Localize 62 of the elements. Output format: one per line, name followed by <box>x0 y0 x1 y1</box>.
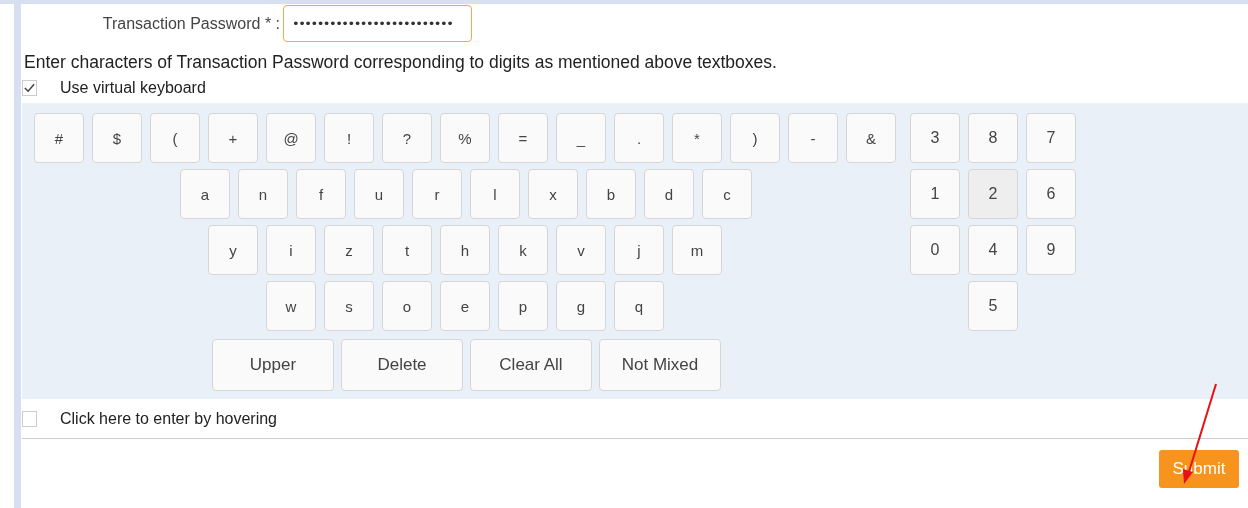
keyboard-key[interactable]: l <box>470 169 520 219</box>
keyboard-action-button[interactable]: Delete <box>341 339 463 391</box>
keyboard-key[interactable]: g <box>556 281 606 331</box>
keyboard-key[interactable]: m <box>672 225 722 275</box>
keyboard-key[interactable]: # <box>34 113 84 163</box>
keyboard-key[interactable]: h <box>440 225 490 275</box>
keyboard-action-button[interactable]: Clear All <box>470 339 592 391</box>
keyboard-key[interactable]: ( <box>150 113 200 163</box>
checkbox-label: Use virtual keyboard <box>60 79 206 97</box>
keyboard-key[interactable]: q <box>614 281 664 331</box>
keyboard-key[interactable]: ! <box>324 113 374 163</box>
keyboard-key[interactable]: v <box>556 225 606 275</box>
keyboard-key[interactable]: t <box>382 225 432 275</box>
digit-key[interactable]: 4 <box>968 225 1018 275</box>
keyboard-key[interactable]: s <box>324 281 374 331</box>
keyboard-key[interactable]: p <box>498 281 548 331</box>
keyboard-key[interactable]: i <box>266 225 316 275</box>
digit-key[interactable]: 0 <box>910 225 960 275</box>
keyboard-action-button[interactable]: Upper <box>212 339 334 391</box>
digit-key[interactable]: 5 <box>968 281 1018 331</box>
keyboard-key[interactable]: e <box>440 281 490 331</box>
digit-key[interactable]: 9 <box>1026 225 1076 275</box>
keyboard-key[interactable]: a <box>180 169 230 219</box>
instruction-text: Enter characters of Transaction Password corresponding to digits as mentioned above textboxes. <box>23 52 778 73</box>
keyboard-key[interactable]: n <box>238 169 288 219</box>
keyboard-key[interactable]: ) <box>730 113 780 163</box>
keyboard-key[interactable]: & <box>846 113 896 163</box>
keyboard-key[interactable]: * <box>672 113 722 163</box>
keyboard-key[interactable]: r <box>412 169 462 219</box>
keyboard-key[interactable]: f <box>296 169 346 219</box>
digit-key[interactable]: 6 <box>1026 169 1076 219</box>
keyboard-key[interactable]: x <box>528 169 578 219</box>
keyboard-key[interactable]: _ <box>556 113 606 163</box>
keyboard-key[interactable]: u <box>354 169 404 219</box>
keyboard-key[interactable]: d <box>644 169 694 219</box>
digit-key[interactable]: 8 <box>968 113 1018 163</box>
keyboard-key[interactable]: o <box>382 281 432 331</box>
keyboard-key[interactable]: k <box>498 225 548 275</box>
keyboard-key[interactable]: c <box>702 169 752 219</box>
keyboard-key[interactable]: . <box>614 113 664 163</box>
keyboard-key[interactable]: = <box>498 113 548 163</box>
checkbox[interactable] <box>22 410 37 427</box>
password-field[interactable]: •••••••••••••••••••••••••• <box>283 5 472 42</box>
digit-key[interactable]: 1 <box>910 169 960 219</box>
digit-key[interactable]: 7 <box>1026 113 1076 163</box>
keyboard-key[interactable]: ? <box>382 113 432 163</box>
digit-key[interactable]: 2 <box>968 169 1018 219</box>
keyboard-key[interactable]: % <box>440 113 490 163</box>
checkbox-label: Click here to enter by hovering <box>60 409 277 428</box>
digit-key[interactable]: 3 <box>910 113 960 163</box>
keyboard-action-button[interactable]: Not Mixed <box>599 339 721 391</box>
field-label: Transaction Password * : <box>101 14 281 33</box>
keyboard-key[interactable]: @ <box>266 113 316 163</box>
keyboard-key[interactable]: - <box>788 113 838 163</box>
keyboard-key[interactable]: $ <box>92 113 142 163</box>
keyboard-key[interactable]: z <box>324 225 374 275</box>
keyboard-key[interactable]: w <box>266 281 316 331</box>
keyboard-key[interactable]: + <box>208 113 258 163</box>
keyboard-key[interactable]: j <box>614 225 664 275</box>
checkbox[interactable] <box>22 80 37 96</box>
keyboard-key[interactable]: b <box>586 169 636 219</box>
keyboard-key[interactable]: y <box>208 225 258 275</box>
